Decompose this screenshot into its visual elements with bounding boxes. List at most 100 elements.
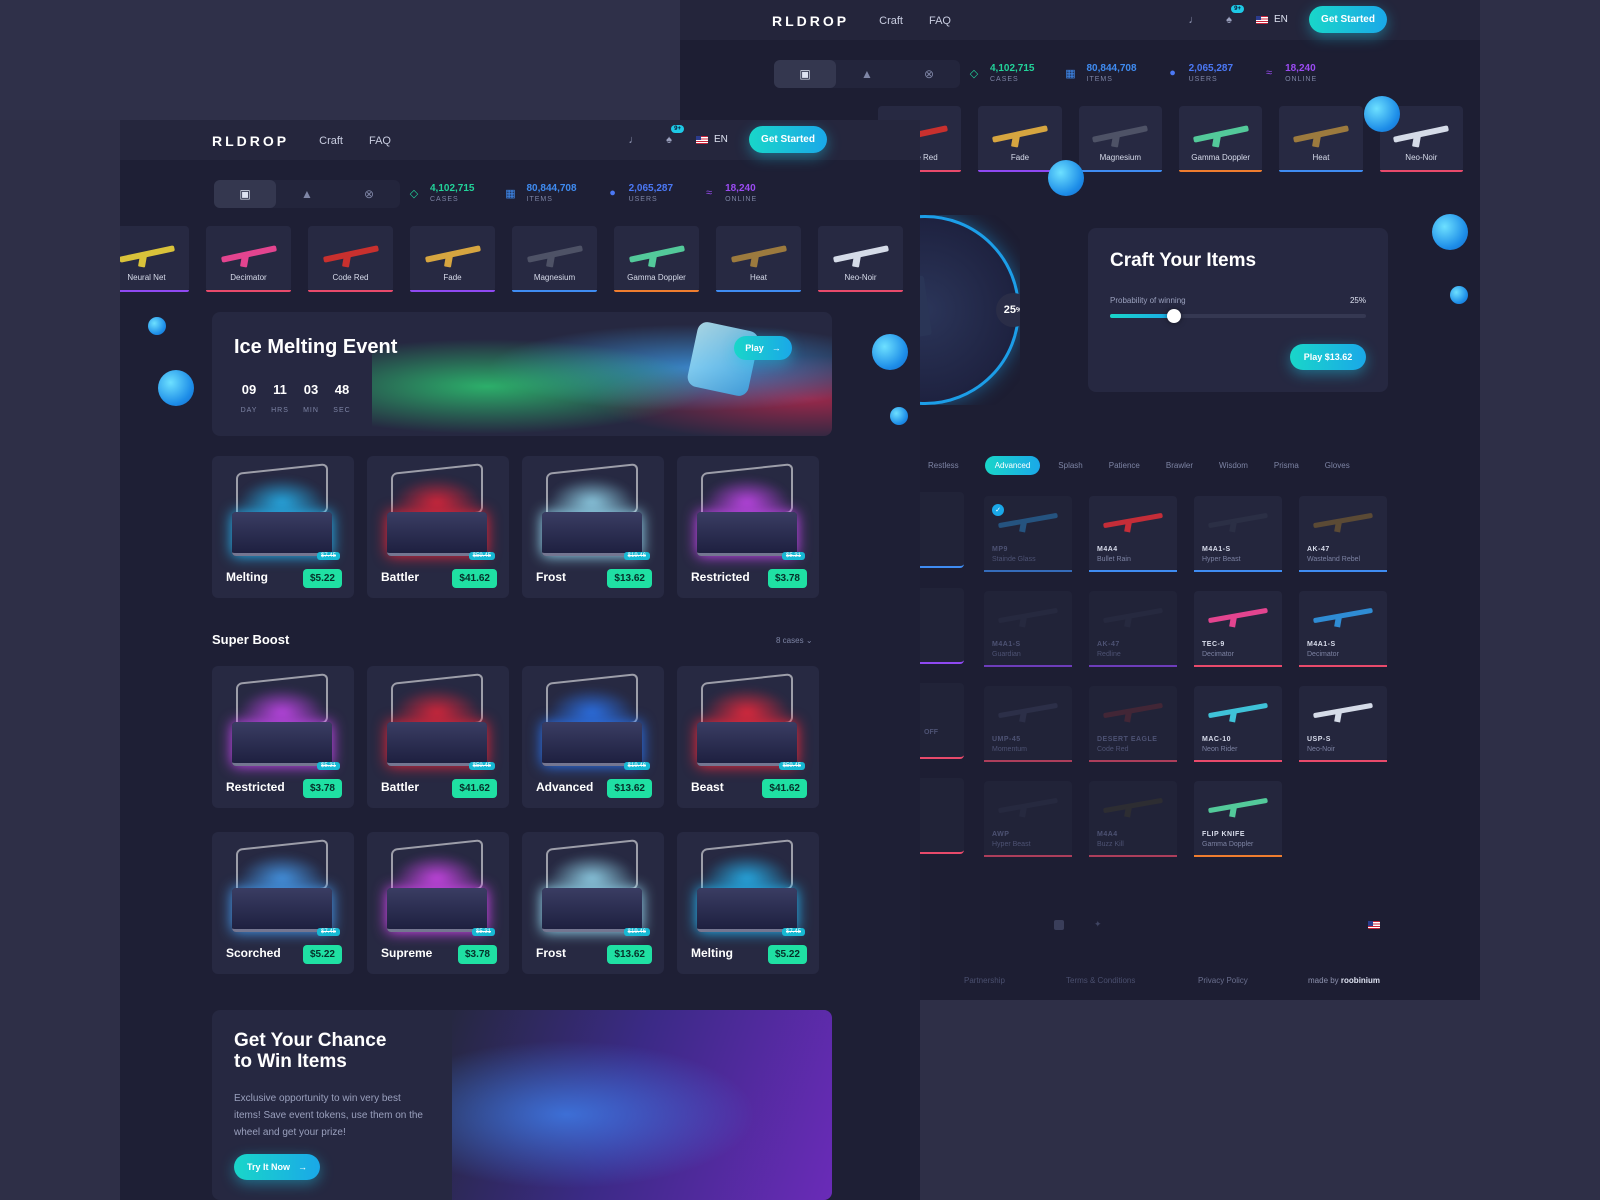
stat-label: ITEMS [1086,76,1113,83]
skin-card[interactable]: TEC-9 Decimator [1194,591,1282,667]
skin-card[interactable]: ✓ MP9 Stainde Glass [984,496,1072,572]
case-box [387,512,487,556]
case-card[interactable]: $5.31 Supreme $3.78 [367,832,509,974]
bell-icon[interactable]: ♠ 9+ [661,125,684,148]
footer-terms[interactable]: Terms & Conditions [1066,976,1135,985]
event-title: Ice Melting Event [234,336,398,358]
weapon-icon [1293,123,1349,145]
category-tab-restless[interactable]: Restless [928,461,959,470]
sound-icon[interactable]: ♩ [626,132,642,148]
weapon-icon [323,243,379,265]
language-select[interactable]: EN [696,134,728,145]
ticker-item[interactable]: Heat [716,226,801,292]
skin-card[interactable]: MAC-10 Neon Rider [1194,686,1282,762]
case-card[interactable]: $59.45 Battler $41.62 [367,666,509,808]
skin-card[interactable]: M4A1-S Decimator [1299,591,1387,667]
ticker-item-name: Neural Net [127,273,166,282]
nav-faq[interactable]: FAQ [929,15,951,27]
skin-card[interactable]: M4A1-S Guardian [984,591,1072,667]
try-it-now-button[interactable]: Try It Now → [234,1154,320,1180]
case-image [383,673,491,770]
language-label: EN [714,134,728,145]
ticker-item[interactable]: Neural Net [120,226,189,292]
stat-label: ONLINE [1285,76,1318,83]
skin-card[interactable]: AK-47 Wasteland Rebel [1299,496,1387,572]
case-card[interactable]: $7.45 Melting $5.22 [677,832,819,974]
case-card[interactable]: $19.46 Frost $13.62 [522,832,664,974]
skin-weapon: AK-47 [1097,641,1120,648]
case-card[interactable]: $19.46 Advanced $13.62 [522,666,664,808]
skin-card[interactable]: UMP-45 Momentum [984,686,1072,762]
skin-card[interactable]: USP-S Neo-Noir [1299,686,1387,762]
case-card[interactable]: $59.45 Battler $41.62 [367,456,509,598]
playstation-platform-icon[interactable]: ▲ [276,180,338,208]
category-tab-wisdom[interactable]: Wisdom [1219,461,1248,470]
pc-platform-icon[interactable]: ▣ [214,180,276,208]
language-select[interactable]: EN [1256,14,1288,25]
footer-flag-icon[interactable] [1368,921,1380,929]
ticker-item[interactable]: Gamma Doppler [614,226,699,292]
ticker-item[interactable]: Magnesium [512,226,597,292]
category-tab-patience[interactable]: Patience [1109,461,1140,470]
stat-items: ▦ 80,844,708 ITEMS [1063,63,1137,83]
footer-privacy[interactable]: Privacy Policy [1198,976,1248,985]
weapon-icon [425,243,481,265]
logo[interactable]: RLDROP [212,133,289,149]
skin-card[interactable]: M4A4 Bullet Rain [1089,496,1177,572]
skin-card[interactable]: DESERT EAGLE Code Red [1089,686,1177,762]
xbox-platform-icon[interactable]: ⊗ [898,60,960,88]
sound-icon[interactable]: ♩ [1186,12,1202,28]
case-card[interactable]: $5.31 Restricted $3.78 [212,666,354,808]
skin-card[interactable]: M4A1-S Hyper Beast [1194,496,1282,572]
ticker-item[interactable]: Gamma Doppler [1178,106,1263,172]
skin-card[interactable]: M4A4 Buzz Kill [1089,781,1177,857]
get-started-button[interactable]: Get Started [749,126,827,153]
category-tab-prisma[interactable]: Prisma [1274,461,1299,470]
skin-card[interactable]: AK-47 Redline [1089,591,1177,667]
nav-craft[interactable]: Craft [879,15,903,27]
category-tab-advanced[interactable]: Advanced [984,456,1041,475]
case-card[interactable]: $7.45 Melting $5.22 [212,456,354,598]
event-play-button[interactable]: Play → [734,336,792,360]
case-image [228,463,336,560]
category-tab-brawler[interactable]: Brawler [1166,461,1193,470]
probability-knob[interactable] [1167,309,1181,323]
skin-card[interactable]: FLIP KNIFE Gamma Doppler [1194,781,1282,857]
case-card[interactable]: $5.31 Restricted $3.78 [677,456,819,598]
craft-dial: 25% [920,215,1020,405]
cases-filter[interactable]: 8 cases ⌄ [776,636,813,645]
rarity-bar [206,290,291,292]
xbox-platform-icon[interactable]: ⊗ [338,180,400,208]
ticker-item[interactable]: Code Red [308,226,393,292]
ticker-item[interactable]: Decimator [206,226,291,292]
get-started-button[interactable]: Get Started [1309,6,1387,33]
bell-icon[interactable]: ♠ 9+ [1221,5,1244,28]
pc-platform-icon[interactable]: ▣ [774,60,836,88]
probability-slider[interactable] [1110,309,1366,323]
nav-craft[interactable]: Craft [319,135,343,147]
case-card[interactable]: $19.46 Frost $13.62 [522,456,664,598]
social-icon-1[interactable] [1054,920,1064,930]
weapon-icon [1313,512,1373,530]
skin-card[interactable]: AWP Hyper Beast [984,781,1072,857]
case-card[interactable]: $59.45 Beast $41.62 [677,666,819,808]
playstation-platform-icon[interactable]: ▲ [836,60,898,88]
ticker-item[interactable]: Neo-Noir [818,226,903,292]
nav-faq[interactable]: FAQ [369,135,391,147]
stat-value: 80,844,708 [1086,63,1137,74]
category-tab-gloves[interactable]: Gloves [1325,461,1350,470]
twitter-icon[interactable]: ✦ [1094,919,1102,930]
skin-weapon: M4A4 [1097,831,1118,838]
footer-partnership[interactable]: Partnership [964,976,1005,985]
ticker-item[interactable]: Magnesium [1078,106,1162,172]
logo[interactable]: RLDROP [772,13,849,29]
ticker-item[interactable]: Heat [1279,106,1363,172]
skin-weapon: MAC-10 [1202,736,1232,743]
category-tab-splash[interactable]: Splash [1058,461,1082,470]
craft-play-button[interactable]: Play $13.62 [1290,344,1366,370]
probability-fill [1110,314,1174,318]
case-card[interactable]: $7.45 Scorched $5.22 [212,832,354,974]
ticker-item[interactable]: Fade [410,226,495,292]
probability-label: Probability of winning [1110,296,1186,305]
ticker-item[interactable]: Fade [978,106,1062,172]
